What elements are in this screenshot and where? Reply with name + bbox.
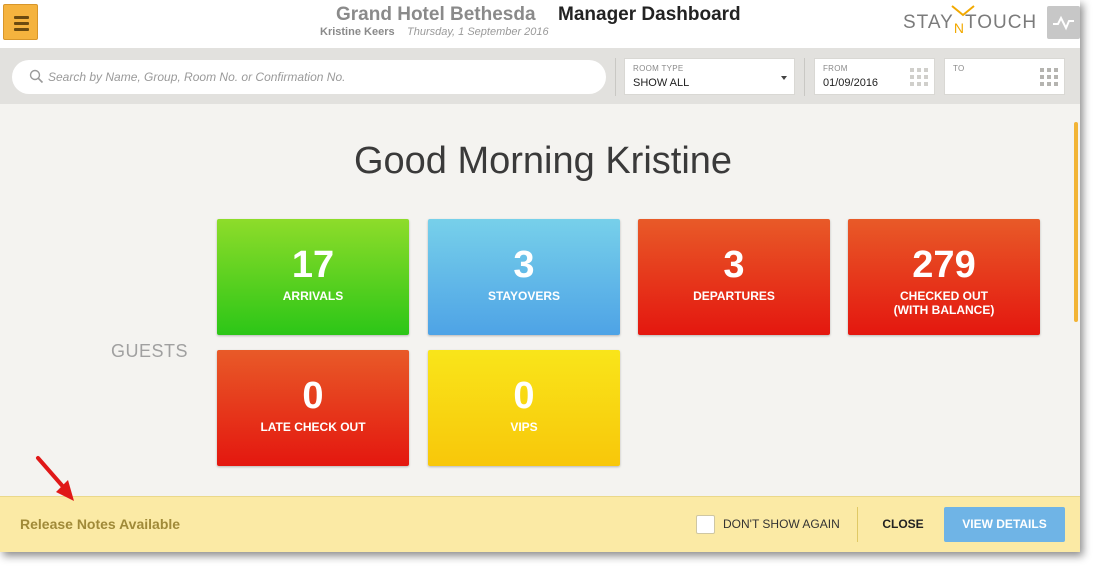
from-date-field[interactable]: FROM 01/09/2016 <box>814 58 935 95</box>
header: Grand Hotel Bethesda Manager Dashboard K… <box>0 0 1080 48</box>
greeting: Good Morning Kristine <box>353 140 733 182</box>
tile-stayovers[interactable]: 3 STAYOVERS <box>428 219 620 335</box>
tile-label-line1: STAYOVERS <box>487 289 561 303</box>
business-date: Thursday, 1 September 2016 <box>407 26 549 38</box>
tile-late-check-out[interactable]: 0 LATE CHECK OUT <box>217 350 409 466</box>
calendar-icon[interactable] <box>1040 68 1058 86</box>
app-window: Grand Hotel Bethesda Manager Dashboard K… <box>0 0 1080 552</box>
tile-value: 0 <box>513 375 535 417</box>
tile-arrivals[interactable]: 17 ARRIVALS <box>217 219 409 335</box>
close-button[interactable]: CLOSE <box>868 509 938 539</box>
divider <box>804 58 805 96</box>
room-type-label: ROOM TYPE <box>633 64 684 73</box>
divider <box>615 58 616 96</box>
section-label-guests: GUESTS <box>111 341 189 361</box>
to-date-field[interactable]: TO <box>944 58 1065 95</box>
activity-button[interactable] <box>1047 6 1080 39</box>
tile-label: STAYOVERS <box>428 289 620 303</box>
user-name: Kristine Keers <box>320 26 395 38</box>
from-value: 01/09/2016 <box>823 77 879 89</box>
tile-label: CHECKED OUT (WITH BALANCE) <box>848 289 1040 317</box>
tile-label-line1: DEPARTURES <box>693 289 775 303</box>
release-notes-bar: Release Notes Available DON'T SHOW AGAIN… <box>0 496 1080 552</box>
tile-label-line2: (WITH BALANCE) <box>893 303 995 317</box>
logo-text-part1: STAY <box>903 12 954 33</box>
view-details-button[interactable]: VIEW DETAILS <box>944 507 1065 542</box>
menu-button[interactable] <box>3 4 38 40</box>
red-arrow-icon <box>36 456 74 501</box>
release-notes-text: Release Notes Available <box>20 516 181 532</box>
tile-value: 17 <box>291 244 335 286</box>
tile-label-line1: ARRIVALS <box>282 289 344 303</box>
search-placeholder: Search by Name, Group, Room No. or Confi… <box>48 70 346 84</box>
to-label: TO <box>953 64 965 73</box>
search-icon <box>29 69 44 84</box>
dont-show-again-checkbox[interactable] <box>696 515 715 534</box>
divider <box>857 507 858 542</box>
scrollbar[interactable] <box>1074 122 1078 322</box>
tile-label-line1: VIPS <box>510 420 538 434</box>
activity-icon <box>1053 15 1074 31</box>
hamburger-icon-line <box>14 28 29 31</box>
room-type-value: SHOW ALL <box>633 77 690 89</box>
search-input[interactable]: Search by Name, Group, Room No. or Confi… <box>12 60 606 94</box>
calendar-icon[interactable] <box>910 68 928 86</box>
hotel-name[interactable]: Grand Hotel Bethesda <box>336 4 536 26</box>
tile-value: 279 <box>912 244 976 286</box>
tile-value: 3 <box>513 244 535 286</box>
tile-label: DEPARTURES <box>638 289 830 303</box>
room-type-select[interactable]: ROOM TYPE SHOW ALL <box>624 58 795 95</box>
logo-text-mid: N <box>953 20 965 36</box>
hamburger-icon-line <box>14 22 29 25</box>
hamburger-icon-line <box>14 16 29 19</box>
dont-show-again-label[interactable]: DON'T SHOW AGAIN <box>723 517 840 531</box>
search-toolbar: Search by Name, Group, Room No. or Confi… <box>0 48 1080 104</box>
tile-label-line1: LATE CHECK OUT <box>260 420 366 434</box>
tile-vips[interactable]: 0 VIPS <box>428 350 620 466</box>
tile-label-line1: CHECKED OUT <box>899 289 988 303</box>
from-label: FROM <box>823 64 848 73</box>
logo-mark-icon <box>951 5 975 17</box>
tile-value: 0 <box>302 375 324 417</box>
tile-label: LATE CHECK OUT <box>217 420 409 434</box>
tile-checked-out-with-balance[interactable]: 279 CHECKED OUT (WITH BALANCE) <box>848 219 1040 335</box>
tile-label: VIPS <box>428 420 620 434</box>
tile-departures[interactable]: 3 DEPARTURES <box>638 219 830 335</box>
chevron-down-icon <box>781 76 787 80</box>
tile-value: 3 <box>723 244 745 286</box>
tile-label: ARRIVALS <box>217 289 409 303</box>
page-title: Manager Dashboard <box>558 4 741 25</box>
